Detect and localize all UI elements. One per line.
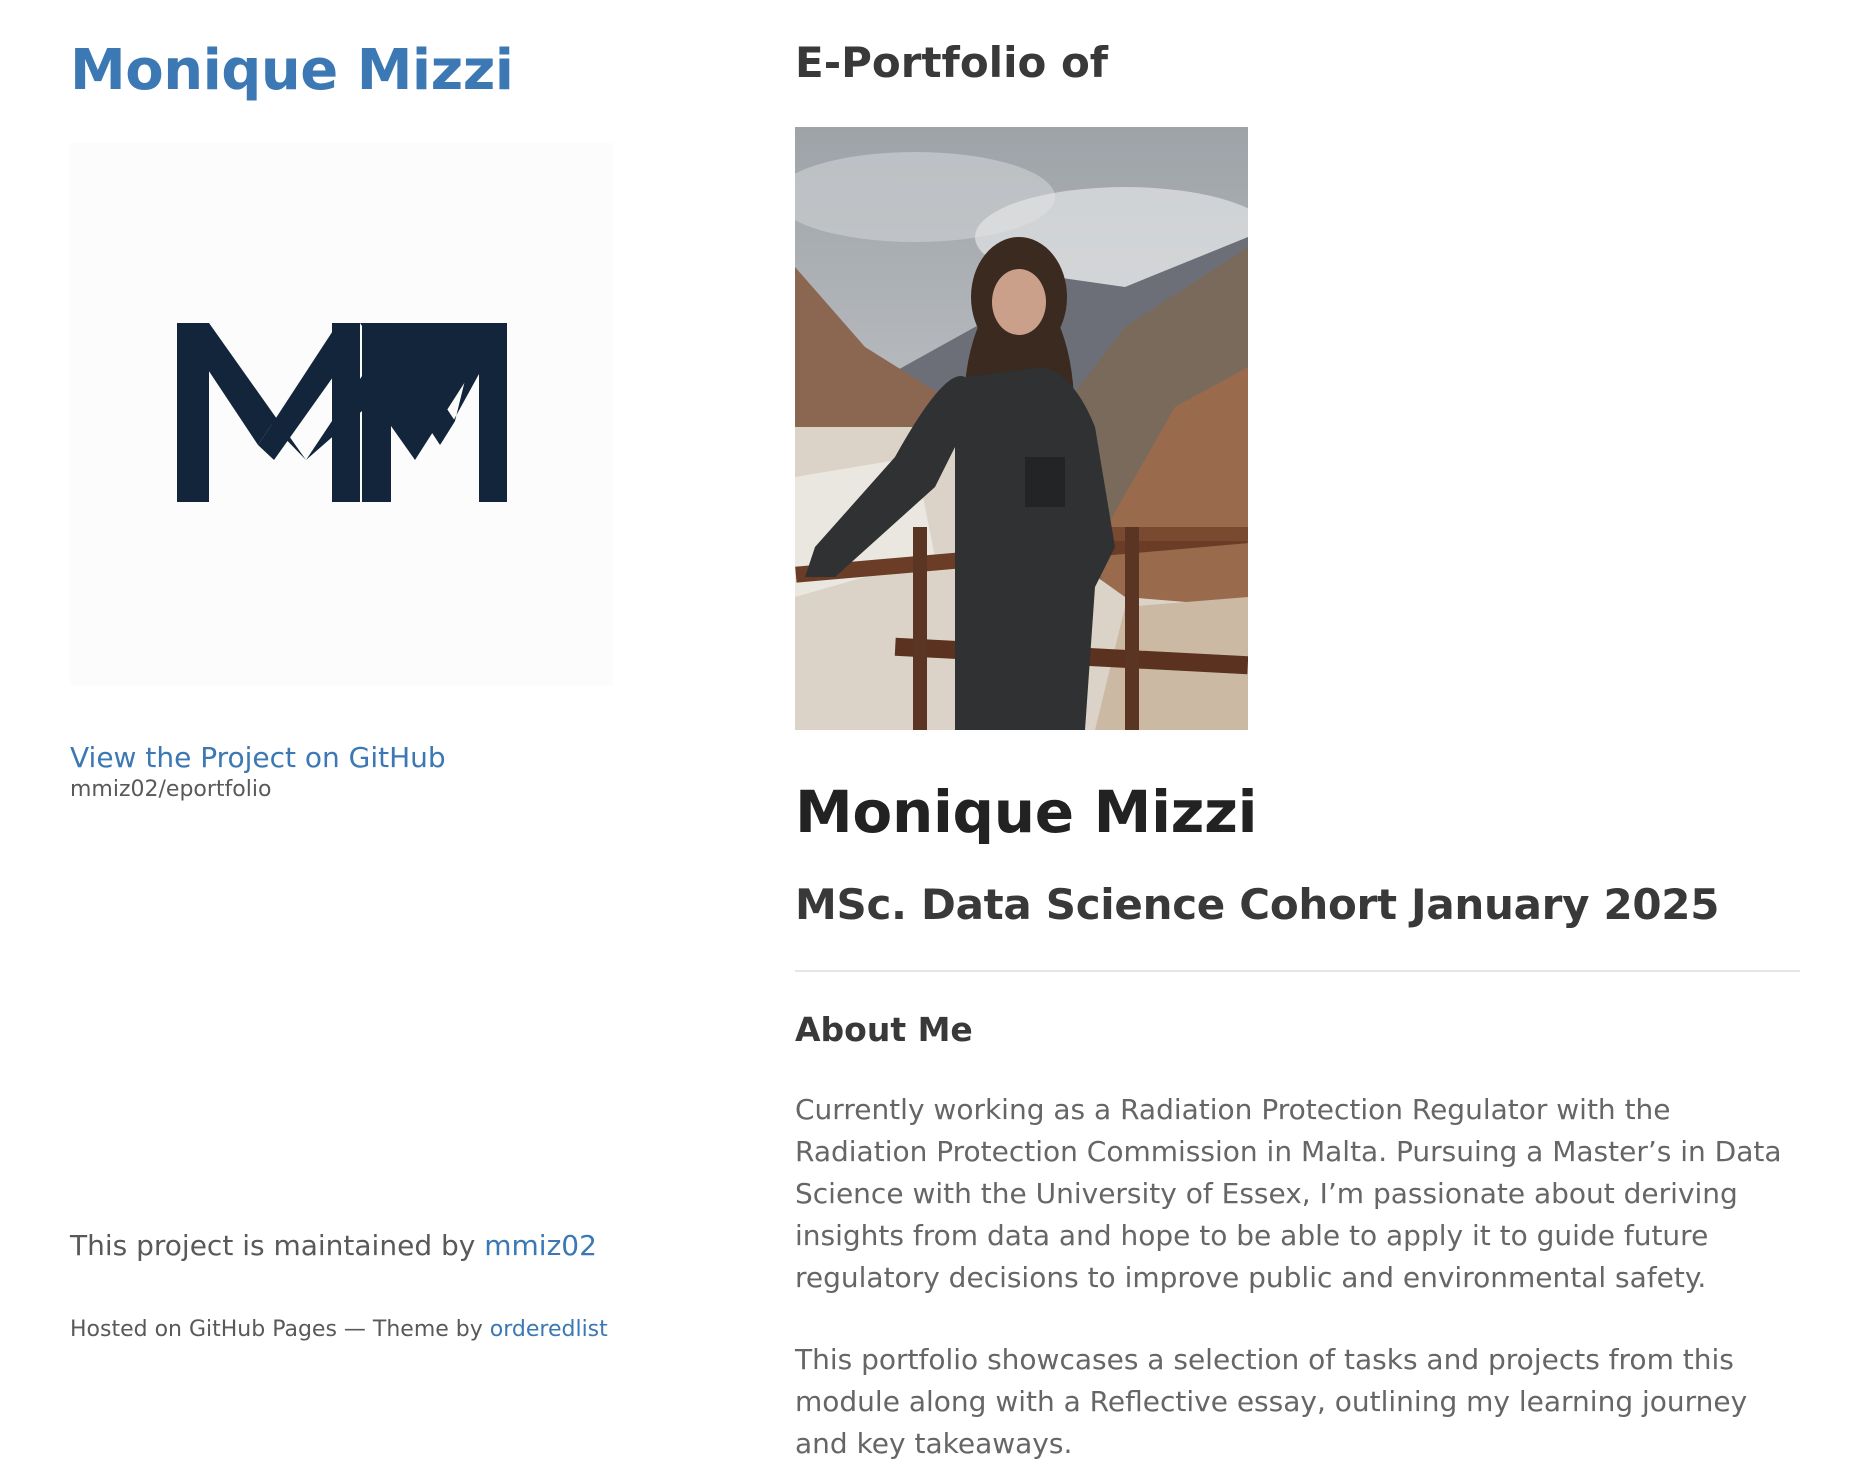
hosted-prefix: Hosted on GitHub Pages — Theme by (70, 1317, 483, 1342)
site-title-link[interactable]: Monique Mizzi (70, 38, 514, 103)
hosted-note: Hosted on GitHub Pages — Theme by ordere… (70, 1317, 608, 1342)
maintained-prefix: This project is maintained by (70, 1229, 476, 1262)
profile-photo (795, 127, 1248, 730)
maintainer-link[interactable]: mmiz02 (484, 1229, 597, 1262)
about-heading: About Me (795, 1010, 973, 1049)
eyebrow-heading: E-Portfolio of (795, 38, 1109, 87)
name-heading: Monique Mizzi (795, 778, 1258, 846)
mm-logo-icon (177, 323, 507, 502)
github-repo-name: mmiz02/eportfolio (70, 777, 272, 802)
about-paragraph-1: Currently working as a Radiation Protect… (795, 1093, 1782, 1294)
site-logo (70, 143, 613, 686)
about-paragraph-2: This portfolio showcases a selection of … (795, 1343, 1748, 1460)
subtitle-heading: MSc. Data Science Cohort January 2025 (795, 880, 1720, 929)
theme-link[interactable]: orderedlist (490, 1317, 608, 1342)
maintainer-note: This project is maintained by mmiz02 (70, 1229, 597, 1262)
profile-photo-icon (795, 127, 1248, 730)
divider (795, 970, 1800, 972)
view-on-github-link[interactable]: View the Project on GitHub (70, 741, 446, 774)
page: Monique Mizzi View the Project on GitHub… (0, 0, 1863, 1464)
